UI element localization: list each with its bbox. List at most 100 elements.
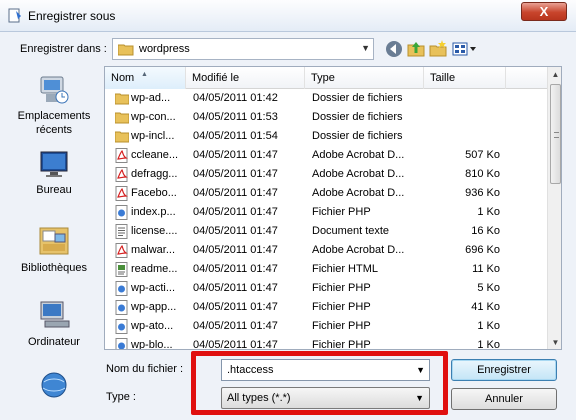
file-date: 04/05/2011 01:54	[193, 130, 278, 142]
file-type: Adobe Acrobat D...	[312, 187, 405, 199]
sort-arrow-icon: ▲	[141, 71, 148, 78]
file-type: Document texte	[312, 225, 390, 237]
file-type: Adobe Acrobat D...	[312, 168, 405, 180]
column-header-type[interactable]: Type	[305, 67, 424, 89]
file-size: 696 Ko	[465, 244, 500, 256]
file-row[interactable]: malwar... 04/05/2011 01:47 Adobe Acrobat D…	[105, 241, 547, 260]
file-row[interactable]: wp-blo... 04/05/2011 01:47 Fichier PHP 1 Ko	[105, 336, 547, 350]
pdf-file-icon	[115, 243, 129, 258]
file-date: 04/05/2011 01:42	[193, 92, 278, 104]
file-row[interactable]: wp-acti... 04/05/2011 01:47 Fichier PHP 5 K…	[105, 279, 547, 298]
folder-icon	[114, 91, 130, 106]
file-name: wp-ato...	[131, 320, 174, 332]
back-icon[interactable]	[384, 39, 404, 59]
file-date: 04/05/2011 01:47	[193, 263, 278, 275]
folder-icon	[118, 44, 134, 56]
pdf-file-icon	[115, 148, 129, 163]
location-text: wordpress	[139, 43, 190, 55]
scroll-up-arrow-icon[interactable]: ▲	[548, 67, 561, 83]
desktop-icon	[40, 151, 68, 177]
file-name: readme...	[131, 263, 178, 275]
filename-label: Nom du fichier :	[106, 363, 184, 375]
save-button[interactable]: Enregistrer	[451, 359, 557, 381]
file-row[interactable]: wp-con... 04/05/2011 01:53 Dossier de fich…	[105, 108, 547, 127]
pdf-file-icon	[115, 167, 129, 182]
file-size: 16 Ko	[471, 225, 500, 237]
file-name: wp-acti...	[131, 282, 176, 294]
file-row[interactable]: Facebo... 04/05/2011 01:47 Adobe Acrobat D…	[105, 184, 547, 203]
file-row[interactable]: readme... 04/05/2011 01:47 Fichier HTML 11 …	[105, 260, 547, 279]
php-file-icon	[115, 205, 129, 220]
place-label: Ordinateur	[28, 336, 80, 348]
file-name: Facebo...	[131, 187, 177, 199]
file-row[interactable]: defragg... 04/05/2011 01:47 Adobe Acrobat …	[105, 165, 547, 184]
place-libraries[interactable]: Bibliothèques	[6, 222, 102, 275]
scroll-down-arrow-icon[interactable]: ▼	[548, 335, 561, 349]
file-date: 04/05/2011 01:47	[193, 187, 278, 199]
network-icon	[41, 372, 67, 398]
location-dropdown[interactable]: wordpress ▼	[112, 38, 374, 60]
folder-icon	[114, 129, 130, 144]
file-row[interactable]: wp-incl... 04/05/2011 01:54 Dossier de fic…	[105, 127, 547, 146]
html-file-icon	[115, 262, 129, 277]
column-header-size[interactable]: Taille	[424, 67, 506, 89]
place-recent[interactable]: Emplacements récents	[6, 74, 102, 137]
close-button[interactable]: X	[521, 2, 567, 21]
file-date: 04/05/2011 01:47	[193, 149, 278, 161]
place-computer[interactable]: Ordinateur	[6, 298, 102, 349]
file-size	[430, 89, 500, 108]
file-type: Adobe Acrobat D...	[312, 149, 405, 161]
file-row[interactable]: wp-ato... 04/05/2011 01:47 Fichier PHP 1 Ko	[105, 317, 547, 336]
file-type: Adobe Acrobat D...	[312, 244, 405, 256]
file-size: 11 Ko	[472, 263, 500, 275]
file-row[interactable]: license.... 04/05/2011 01:47 Document text…	[105, 222, 547, 241]
file-size: 1 Ko	[477, 320, 500, 332]
php-file-icon	[115, 319, 129, 334]
file-size: 1 Ko	[477, 339, 500, 350]
file-type: Fichier PHP	[312, 339, 371, 350]
view-menu-icon[interactable]	[451, 39, 477, 59]
file-name: malwar...	[131, 244, 176, 256]
file-name: defragg...	[131, 168, 178, 180]
file-date: 04/05/2011 01:47	[193, 339, 278, 350]
file-type: Fichier HTML	[312, 263, 379, 275]
file-type: Dossier de fichiers	[312, 130, 403, 142]
column-header-date[interactable]: Modifié le	[186, 67, 305, 89]
file-size: 41 Ko	[471, 301, 500, 313]
file-row[interactable]: ccleane... 04/05/2011 01:47 Adobe Acrobat …	[105, 146, 547, 165]
php-file-icon	[115, 300, 129, 315]
grip-icon	[554, 132, 559, 138]
up-folder-icon[interactable]	[406, 39, 426, 59]
column-header-name[interactable]: ▲ Nom	[105, 67, 186, 89]
file-row[interactable]: wp-app... 04/05/2011 01:47 Fichier PHP 41 K…	[105, 298, 547, 317]
file-name: wp-incl...	[131, 130, 175, 142]
file-row[interactable]: index.p... 04/05/2011 01:47 Fichier PHP 1 K…	[105, 203, 547, 222]
file-date: 04/05/2011 01:53	[193, 111, 278, 123]
file-size: 810 Ko	[465, 168, 500, 180]
file-size: 507 Ko	[465, 149, 500, 161]
place-network[interactable]	[6, 370, 102, 403]
file-type: Dossier de fichiers	[312, 111, 403, 123]
file-row[interactable]: wp-ad... 04/05/2011 01:42 Dossier de fichi…	[105, 89, 547, 108]
scrollbar-thumb[interactable]	[550, 84, 561, 184]
window-title: Enregistrer sous	[28, 9, 116, 23]
file-name: index.p...	[131, 206, 176, 218]
file-date: 04/05/2011 01:47	[193, 244, 278, 256]
file-list[interactable]: ▲ Nom Modifié le Type Taille wp-ad... 04/…	[104, 66, 562, 350]
folder-icon	[114, 110, 130, 125]
filetype-label: Type :	[106, 391, 136, 403]
save-document-icon	[8, 8, 21, 23]
file-name: wp-blo...	[131, 339, 173, 350]
place-label: Emplacements récents	[17, 110, 91, 136]
php-file-icon	[115, 281, 129, 296]
cancel-button[interactable]: Annuler	[451, 388, 557, 410]
places-bar: Emplacements récents Bureau Bibliothèque…	[6, 66, 102, 420]
file-name: wp-con...	[131, 111, 176, 123]
place-desktop[interactable]: Bureau	[6, 148, 102, 197]
vertical-scrollbar[interactable]: ▲ ▼	[547, 67, 561, 349]
file-date: 04/05/2011 01:47	[193, 301, 278, 313]
new-folder-icon[interactable]	[428, 39, 448, 59]
file-type: Fichier PHP	[312, 301, 371, 313]
file-type: Fichier PHP	[312, 282, 371, 294]
file-list-header: ▲ Nom Modifié le Type Taille	[105, 67, 547, 89]
